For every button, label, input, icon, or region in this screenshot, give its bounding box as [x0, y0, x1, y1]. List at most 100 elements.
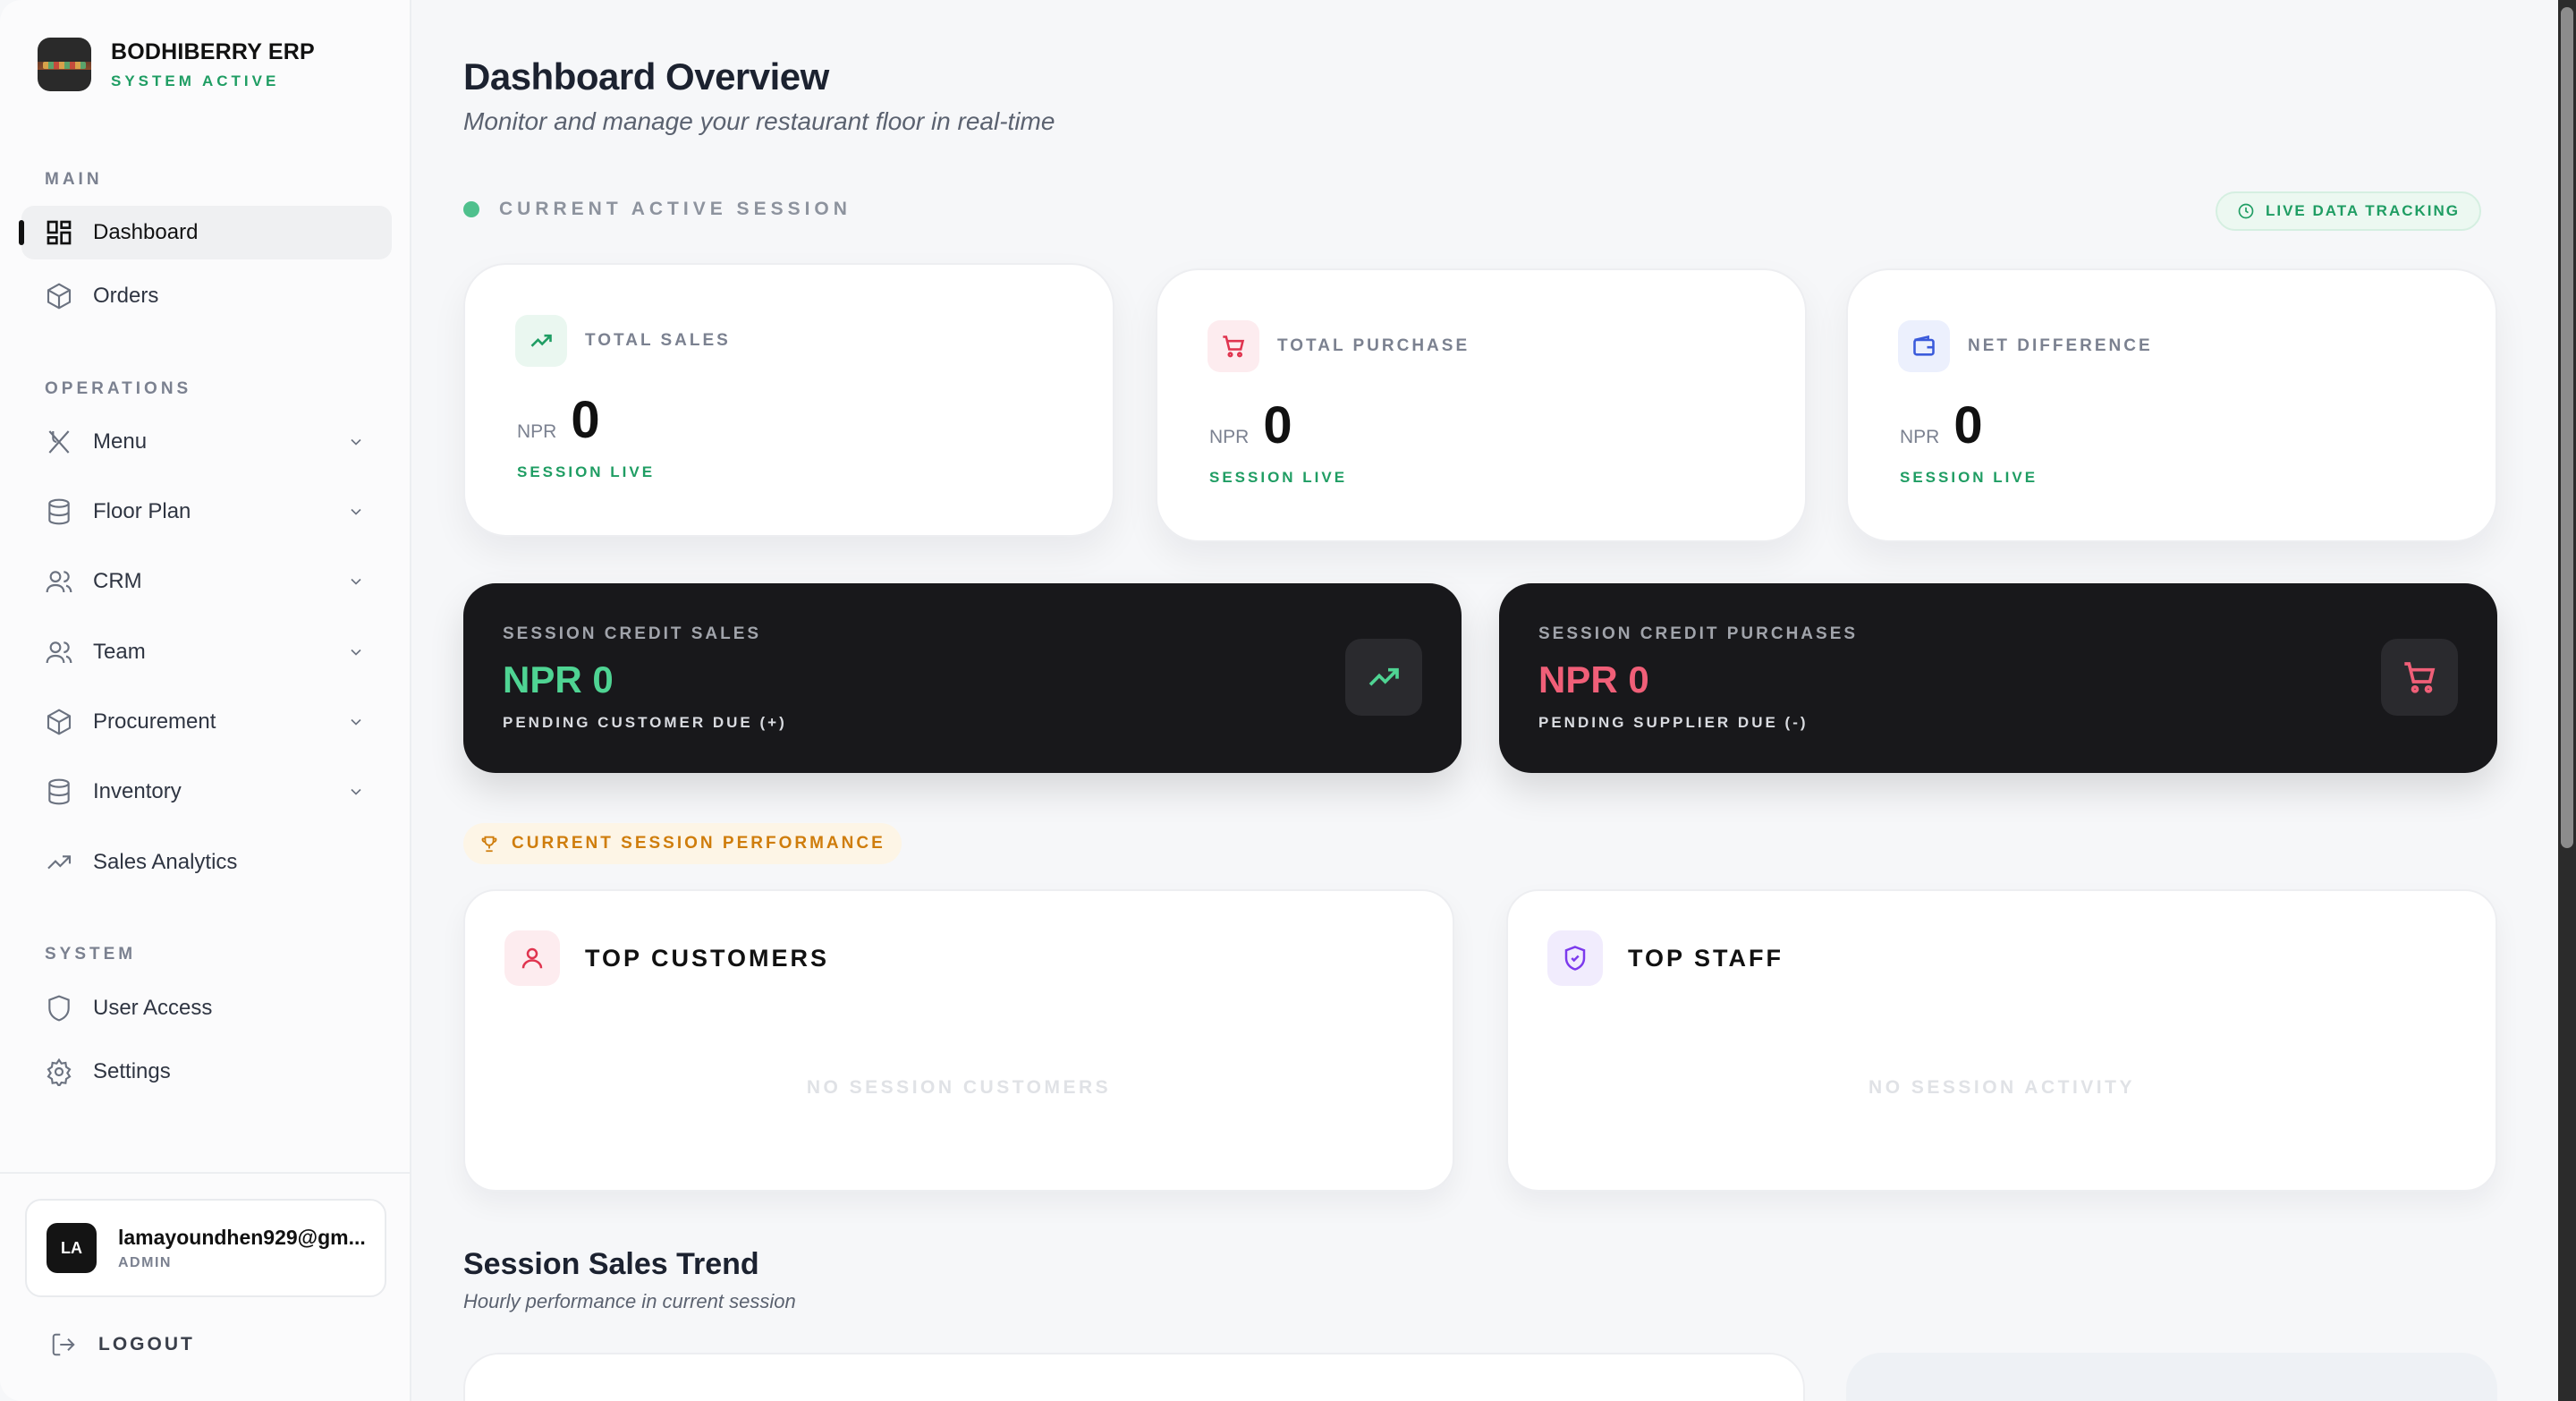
stat-value: 0 — [1953, 396, 1983, 454]
session-label: CURRENT ACTIVE SESSION — [499, 199, 852, 219]
package-icon — [47, 283, 72, 310]
user-card[interactable]: LA lamayoundhen929@gm... ADMIN — [25, 1199, 386, 1297]
shield-check-icon — [1547, 930, 1603, 986]
database-icon — [48, 498, 70, 525]
stat-footer: SESSION LIVE — [1209, 469, 1348, 486]
clock-icon — [2238, 203, 2254, 219]
brand: BODHIBERRY ERP SYSTEM ACTIVE — [38, 38, 315, 91]
package-icon — [47, 709, 72, 735]
sidebar-item-inventory[interactable]: Inventory — [21, 765, 392, 819]
sidebar-item-label: CRM — [93, 569, 142, 593]
users-icon — [46, 641, 72, 664]
user-icon — [504, 930, 560, 986]
chevron-down-icon — [351, 438, 361, 446]
credit-value: NPR 0 — [503, 658, 614, 700]
sidebar-item-menu[interactable]: Menu — [21, 415, 392, 469]
chevron-down-icon — [351, 578, 361, 585]
stat-footer: SESSION LIVE — [1900, 469, 2038, 486]
trend-subtitle: Hourly performance in current session — [463, 1290, 796, 1312]
stat-value: 0 — [571, 391, 600, 449]
sidebar-item-user-access[interactable]: User Access — [21, 981, 392, 1035]
section-label-main: MAIN — [45, 170, 103, 189]
user-role: ADMIN — [118, 1254, 172, 1270]
sidebar-item-floor-plan[interactable]: Floor Plan — [21, 485, 392, 539]
empty-state: NO SESSION CUSTOMERS — [806, 1077, 1112, 1098]
stat-value: 0 — [1263, 396, 1292, 454]
credit-sub: PENDING CUSTOMER DUE (+) — [503, 714, 787, 731]
sidebar-item-label: Dashboard — [93, 220, 199, 244]
chevron-down-icon — [351, 788, 361, 795]
stat-footer: SESSION LIVE — [517, 463, 656, 480]
cart-icon — [2381, 639, 2458, 716]
logout-icon — [52, 1333, 75, 1356]
live-tracking-label: LIVE DATA TRACKING — [2265, 202, 2460, 219]
database-icon — [48, 778, 70, 805]
sidebar-item-label: Team — [93, 640, 146, 664]
app-window: BODHIBERRY ERP SYSTEM ACTIVE MAIN Dashbo… — [0, 0, 2558, 1401]
sidebar-item-settings[interactable]: Settings — [21, 1045, 392, 1099]
sidebar-item-sales-analytics[interactable]: Sales Analytics — [21, 836, 392, 889]
chevron-down-icon — [351, 718, 361, 726]
sidebar-item-crm[interactable]: CRM — [21, 555, 392, 608]
utensils-icon — [48, 430, 70, 454]
sidebar-item-label: Menu — [93, 429, 148, 454]
credit-label: SESSION CREDIT PURCHASES — [1538, 624, 1859, 643]
user-email: lamayoundhen929@gm... — [118, 1225, 366, 1249]
section-label-operations: OPERATIONS — [45, 379, 192, 398]
section-label-system: SYSTEM — [45, 945, 137, 964]
sidebar-item-label: Orders — [93, 284, 159, 308]
stat-label: TOTAL PURCHASE — [1277, 336, 1470, 355]
logout-button[interactable]: LOGOUT — [50, 1331, 195, 1358]
stat-label: NET DIFFERENCE — [1968, 336, 2153, 355]
grid-icon — [47, 220, 72, 245]
trending-up-icon — [1345, 639, 1422, 716]
gear-icon — [47, 1057, 72, 1086]
stat-currency: NPR — [1900, 427, 1940, 447]
sidebar-item-label: Settings — [93, 1059, 171, 1083]
logout-label: LOGOUT — [98, 1334, 195, 1354]
sidebar-item-label: Sales Analytics — [93, 850, 238, 874]
brand-name: BODHIBERRY ERP — [111, 38, 315, 64]
stat-card-total-purchase: TOTAL PURCHASE NPR 0 SESSION LIVE — [1156, 268, 1807, 542]
stat-currency: NPR — [517, 421, 557, 442]
performance-label: CURRENT SESSION PERFORMANCE — [512, 834, 886, 853]
avatar: LA — [47, 1223, 97, 1273]
empty-state: NO SESSION ACTIVITY — [1868, 1077, 2135, 1098]
trend-title: Session Sales Trend — [463, 1247, 759, 1281]
top-customers-title: TOP CUSTOMERS — [585, 944, 830, 972]
sidebar-item-orders[interactable]: Orders — [21, 269, 392, 323]
live-tracking-badge: LIVE DATA TRACKING — [2215, 191, 2481, 231]
sidebar-item-label: User Access — [93, 996, 213, 1020]
sidebar-item-team[interactable]: Team — [21, 625, 392, 679]
stat-card-net-difference: NET DIFFERENCE NPR 0 SESSION LIVE — [1846, 268, 2497, 542]
sidebar-item-dashboard[interactable]: Dashboard — [19, 206, 392, 259]
divider — [0, 1172, 410, 1174]
stat-card-total-sales: TOTAL SALES NPR 0 SESSION LIVE — [463, 263, 1114, 537]
chevron-down-icon — [351, 508, 361, 515]
cart-icon — [1208, 320, 1259, 372]
sidebar-item-label: Floor Plan — [93, 499, 191, 523]
trophy-icon — [481, 836, 497, 853]
credit-sub: PENDING SUPPLIER DUE (-) — [1538, 714, 1809, 731]
credit-value: NPR 0 — [1538, 658, 1649, 700]
live-dot — [463, 201, 479, 217]
trend-chart-card — [463, 1353, 1805, 1401]
sidebar-item-procurement[interactable]: Procurement — [21, 695, 392, 749]
shield-icon — [48, 995, 70, 1022]
top-staff-title: TOP STAFF — [1628, 944, 1784, 972]
performance-badge: CURRENT SESSION PERFORMANCE — [463, 823, 902, 864]
sidebar: BODHIBERRY ERP SYSTEM ACTIVE MAIN Dashbo… — [0, 0, 411, 1401]
credit-label: SESSION CREDIT SALES — [503, 624, 762, 643]
scrollbar-thumb[interactable] — [2561, 7, 2573, 848]
main-content: Dashboard Overview Monitor and manage yo… — [411, 0, 2558, 1401]
wallet-icon — [1898, 320, 1950, 372]
session-header: CURRENT ACTIVE SESSION — [463, 199, 852, 220]
brand-logo — [38, 38, 91, 91]
page-title: Dashboard Overview — [463, 55, 829, 98]
credit-purchases-card: SESSION CREDIT PURCHASES NPR 0 PENDING S… — [1499, 583, 2497, 773]
trending-up-icon — [47, 855, 72, 870]
trending-up-icon — [515, 315, 567, 367]
users-icon — [46, 571, 72, 593]
credit-sales-card: SESSION CREDIT SALES NPR 0 PENDING CUSTO… — [463, 583, 1462, 773]
system-status: SYSTEM ACTIVE — [111, 72, 280, 89]
